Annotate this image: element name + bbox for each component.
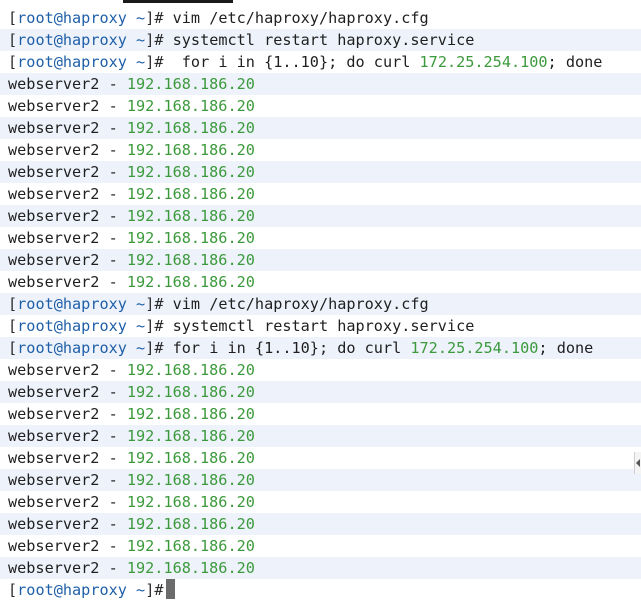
output-line: webserver2 - 192.168.186.20 (0, 557, 641, 579)
panel-collapse-handle[interactable] (634, 452, 641, 474)
output-line: webserver2 - 192.168.186.20 (8, 97, 255, 115)
output-line: webserver2 - 192.168.186.20 (0, 205, 641, 227)
target-ip: 172.25.254.100 (419, 53, 548, 71)
output-line: webserver2 - 192.168.186.20 (0, 73, 641, 95)
command-line: [root@haproxy ~]# vim /etc/haproxy/hapro… (0, 293, 641, 315)
output-line: webserver2 - 192.168.186.20 (8, 449, 255, 467)
target-ip: 172.25.254.100 (410, 339, 539, 357)
command-text: ; done (538, 339, 594, 357)
command-text: for i in {1..10}; do curl (163, 339, 411, 357)
command-line: [root@haproxy ~]# vim /etc/haproxy/hapro… (8, 9, 429, 27)
output-line: webserver2 - 192.168.186.20 (8, 405, 255, 423)
output-line: webserver2 - 192.168.186.20 (8, 141, 255, 159)
command-line: [root@haproxy ~]# for i in {1..10}; do c… (8, 53, 603, 71)
output-line: webserver2 - 192.168.186.20 (8, 185, 255, 203)
command-text: systemctl restart haproxy.service (163, 31, 475, 49)
terminal-output[interactable]: [root@haproxy ~]# vim /etc/haproxy/hapro… (0, 7, 641, 601)
output-line: webserver2 - 192.168.186.20 (0, 117, 641, 139)
active-tab-indicator[interactable] (123, 0, 233, 3)
command-text: vim /etc/haproxy/haproxy.cfg (163, 295, 429, 313)
command-text: systemctl restart haproxy.service (163, 317, 475, 335)
output-line: webserver2 - 192.168.186.20 (8, 493, 255, 511)
command-line: [root@haproxy ~]# for i in {1..10}; do c… (0, 337, 641, 359)
command-text: for i in {1..10}; do curl (163, 53, 420, 71)
output-line: webserver2 - 192.168.186.20 (8, 361, 255, 379)
output-line: webserver2 - 192.168.186.20 (0, 469, 641, 491)
output-line: webserver2 - 192.168.186.20 (8, 537, 255, 555)
output-line: webserver2 - 192.168.186.20 (0, 161, 641, 183)
output-line: webserver2 - 192.168.186.20 (8, 273, 255, 291)
command-line: [root@haproxy ~]# systemctl restart hapr… (8, 317, 475, 335)
output-line: webserver2 - 192.168.186.20 (0, 381, 641, 403)
command-line: [root@haproxy ~]# systemctl restart hapr… (0, 29, 641, 51)
output-line: webserver2 - 192.168.186.20 (0, 513, 641, 535)
command-text: ; done (547, 53, 603, 71)
output-line: webserver2 - 192.168.186.20 (8, 229, 255, 247)
output-line: webserver2 - 192.168.186.20 (0, 249, 641, 271)
text-cursor (165, 579, 175, 599)
window-top-edge (0, 0, 641, 5)
command-text: vim /etc/haproxy/haproxy.cfg (163, 9, 429, 27)
output-line: webserver2 - 192.168.186.20 (0, 425, 641, 447)
current-prompt-line[interactable]: [root@haproxy ~]# (0, 579, 641, 601)
